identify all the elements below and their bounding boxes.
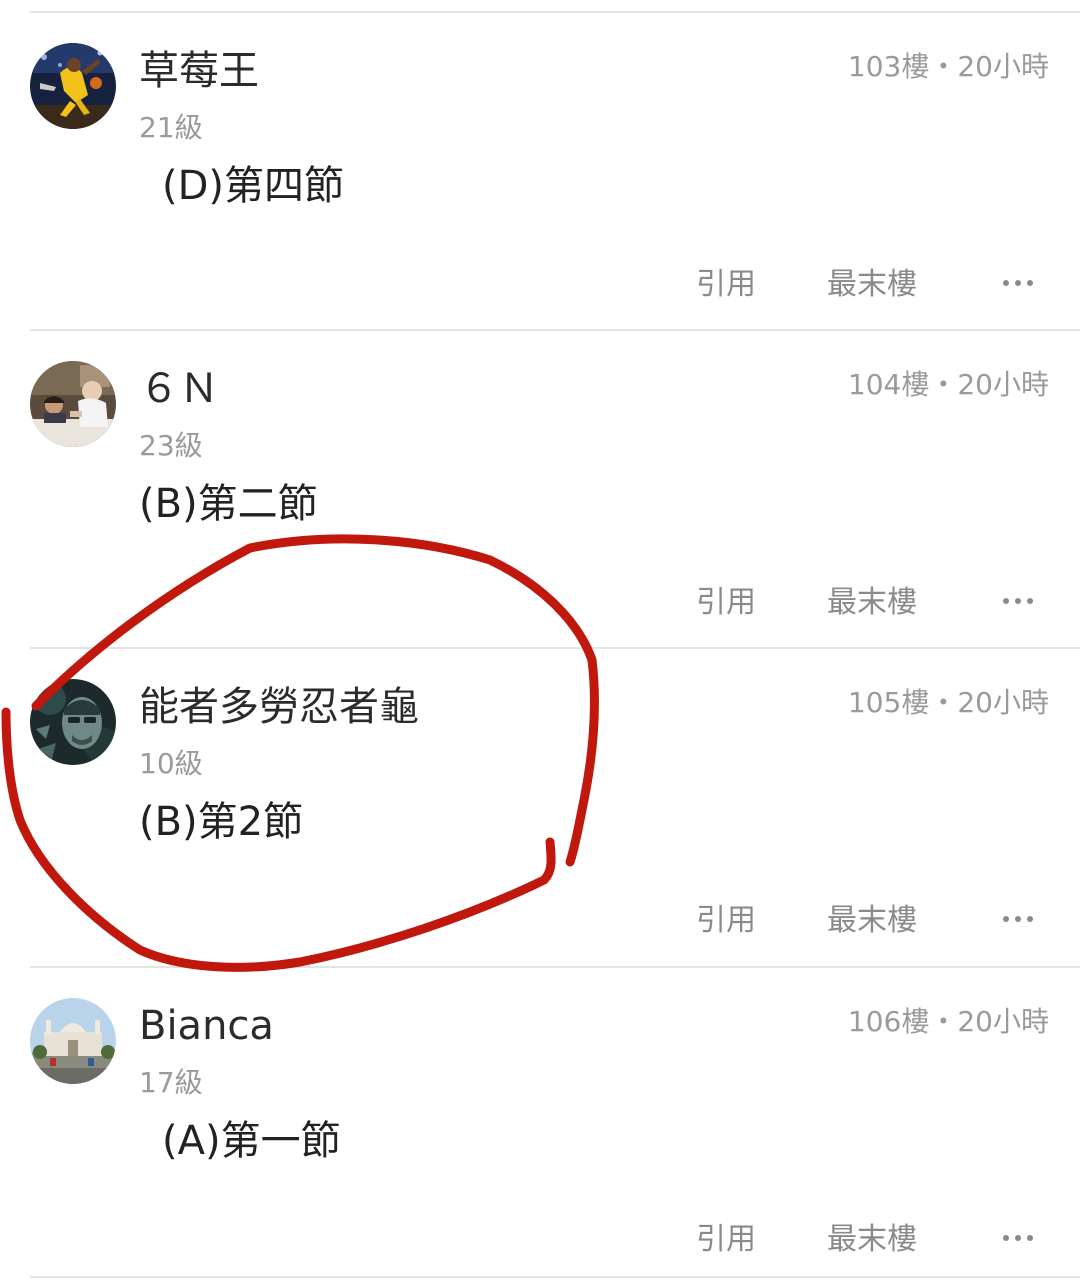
username[interactable]: 草莓王 [139, 46, 259, 96]
user-avatar[interactable] [30, 43, 116, 129]
reply-content: (B)第二節 [139, 481, 318, 527]
quote-button[interactable]: 引用 [696, 266, 756, 304]
reply-list-page: 草莓王 21級 103樓・20小時 (D)第四節 引用 最末樓 ６Ｎ 23級 1… [0, 0, 1080, 1281]
user-level: 17級 [139, 1066, 203, 1099]
post-time: 20小時 [957, 686, 1049, 719]
floor-time: 103樓・20小時 [848, 49, 1049, 85]
last-floor-button[interactable]: 最末樓 [827, 902, 917, 940]
last-floor-button[interactable]: 最末樓 [827, 266, 917, 304]
floor-number: 106樓 [847, 1005, 930, 1038]
basketball-player-avatar-icon [30, 43, 116, 129]
user-avatar[interactable] [30, 998, 116, 1084]
floor-number: 104樓 [847, 368, 930, 401]
last-floor-button[interactable]: 最末樓 [827, 1221, 917, 1259]
quote-button[interactable]: 引用 [696, 902, 756, 940]
floor-time: 106樓・20小時 [848, 1004, 1049, 1040]
post-time: 20小時 [957, 50, 1049, 83]
post-time: 20小時 [957, 368, 1049, 401]
reply-content: (A)第一節 [162, 1118, 341, 1164]
landmark-building-avatar-icon [30, 998, 116, 1084]
floor-number: 103樓 [847, 50, 930, 83]
user-level: 21級 [139, 111, 203, 144]
photo-of-children-avatar-icon [30, 361, 116, 447]
username[interactable]: Bianca [139, 1001, 274, 1051]
user-avatar[interactable] [30, 679, 116, 765]
more-options-icon[interactable] [1003, 582, 1033, 620]
username[interactable]: ６Ｎ [139, 364, 219, 414]
post-time: 20小時 [957, 1005, 1049, 1038]
quote-button[interactable]: 引用 [696, 1221, 756, 1259]
reply-item: 能者多勞忍者龜 10級 105樓・20小時 (B)第2節 引用 最末樓 [0, 648, 1080, 966]
user-level: 10級 [139, 747, 203, 780]
user-avatar[interactable] [30, 361, 116, 447]
meta-separator: ・ [929, 50, 958, 83]
reply-content: (B)第2節 [139, 799, 304, 845]
more-options-icon[interactable] [1003, 900, 1033, 938]
user-level: 23級 [139, 429, 203, 462]
quote-button[interactable]: 引用 [696, 584, 756, 622]
floor-time: 104樓・20小時 [848, 367, 1049, 403]
floor-time: 105樓・20小時 [848, 685, 1049, 721]
more-options-icon[interactable] [1003, 1219, 1033, 1257]
divider [30, 1276, 1080, 1278]
meta-separator: ・ [929, 368, 958, 401]
reply-item: ６Ｎ 23級 104樓・20小時 (B)第二節 引用 最末樓 [0, 330, 1080, 648]
username[interactable]: 能者多勞忍者龜 [139, 682, 419, 732]
portrait-illustration-avatar-icon [30, 679, 116, 765]
last-floor-button[interactable]: 最末樓 [827, 584, 917, 622]
meta-separator: ・ [929, 686, 958, 719]
floor-number: 105樓 [847, 686, 930, 719]
reply-content: (D)第四節 [162, 163, 345, 209]
reply-item: Bianca 17級 106樓・20小時 (A)第一節 引用 最末樓 [0, 967, 1080, 1281]
more-options-icon[interactable] [1003, 264, 1033, 302]
reply-item: 草莓王 21級 103樓・20小時 (D)第四節 引用 最末樓 [0, 12, 1080, 330]
meta-separator: ・ [929, 1005, 958, 1038]
